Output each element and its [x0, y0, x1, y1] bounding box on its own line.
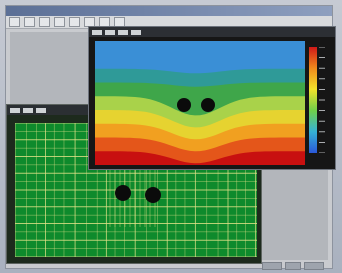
toolbar-button[interactable]: [69, 17, 80, 27]
mesh-hole-right: [145, 187, 161, 203]
toolbar-button[interactable]: [118, 29, 128, 35]
toolbar-button[interactable]: [39, 17, 50, 27]
mesh-hole-left: [115, 185, 131, 201]
toolbar-button[interactable]: [24, 17, 35, 27]
status-cell: [304, 262, 324, 270]
toolbar-button[interactable]: [105, 29, 115, 35]
toolbar-button[interactable]: [10, 107, 20, 113]
contour-map: [95, 41, 305, 165]
status-bar: [262, 262, 332, 270]
toolbar-button[interactable]: [36, 107, 46, 113]
contour-window-titlebar[interactable]: [89, 27, 335, 37]
contour-hole-left: [177, 98, 191, 112]
main-window-titlebar[interactable]: [6, 6, 332, 16]
contour-hole-right: [201, 98, 215, 112]
contour-bands: [95, 41, 305, 165]
status-cell: [262, 262, 282, 270]
toolbar-button[interactable]: [131, 29, 141, 35]
color-scale-ticks: [319, 47, 325, 153]
toolbar-button[interactable]: [23, 107, 33, 113]
contour-plot-window: [88, 26, 336, 170]
toolbar-button[interactable]: [54, 17, 65, 27]
status-cell: [285, 262, 301, 270]
color-scale-bar: [309, 47, 317, 153]
toolbar-button[interactable]: [9, 17, 20, 27]
toolbar-button[interactable]: [92, 29, 102, 35]
